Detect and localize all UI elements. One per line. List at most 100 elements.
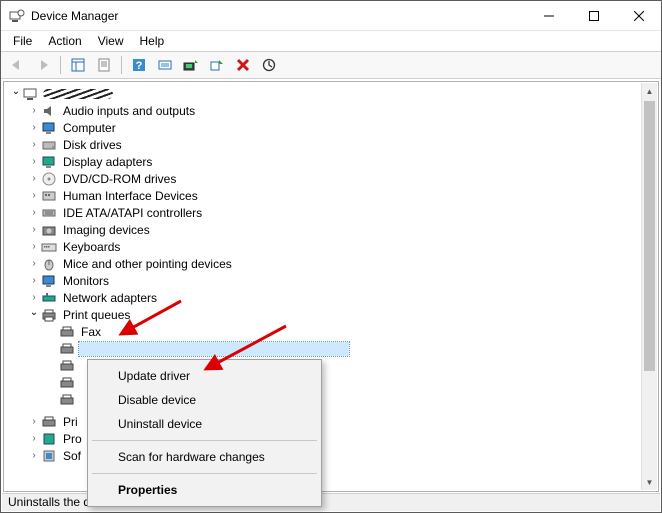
tree-item-mice[interactable]: Mice and other pointing devices xyxy=(9,255,640,272)
tree-label: Sof xyxy=(61,449,83,463)
display-adapter-icon xyxy=(41,154,57,170)
root-label: Desktop xyxy=(43,87,91,101)
expand-icon[interactable] xyxy=(27,308,41,322)
tree-item-audio[interactable]: Audio inputs and outputs xyxy=(9,102,640,119)
tree-item-imaging[interactable]: Imaging devices xyxy=(9,221,640,238)
properties-button[interactable] xyxy=(92,54,116,76)
close-button[interactable] xyxy=(616,1,661,31)
menu-help[interactable]: Help xyxy=(132,32,173,50)
expand-icon[interactable] xyxy=(27,223,41,237)
scroll-thumb[interactable] xyxy=(644,101,655,371)
tree-label: Human Interface Devices xyxy=(61,189,200,203)
tree-label: Keyboards xyxy=(61,240,122,254)
toolbar-separator xyxy=(60,56,61,74)
speaker-icon xyxy=(41,103,57,119)
tree-item-display[interactable]: Display adapters xyxy=(9,153,640,170)
printer-icon xyxy=(59,358,75,374)
menu-file[interactable]: File xyxy=(5,32,40,50)
scan-hardware-button[interactable] xyxy=(153,54,177,76)
tree-item-disk[interactable]: Disk drives xyxy=(9,136,640,153)
tree-label: Audio inputs and outputs xyxy=(61,104,197,118)
tree-item-ide[interactable]: IDE ATA/ATAPI controllers xyxy=(9,204,640,221)
expand-icon[interactable] xyxy=(27,240,41,254)
context-disable-device[interactable]: Disable device xyxy=(90,388,319,412)
tree-label: Pri xyxy=(61,415,80,429)
context-uninstall-device[interactable]: Uninstall device xyxy=(90,412,319,436)
expand-icon[interactable] xyxy=(27,104,41,118)
scroll-down-icon[interactable]: ▼ xyxy=(642,474,657,490)
tree-label: Fax xyxy=(79,325,103,339)
context-separator xyxy=(92,440,317,441)
menu-action[interactable]: Action xyxy=(40,32,89,50)
software-icon xyxy=(41,448,57,464)
tree-item-selected-printer[interactable] xyxy=(9,340,640,357)
minimize-button[interactable] xyxy=(526,1,571,31)
title-bar: Device Manager xyxy=(1,1,661,31)
uninstall-device-button[interactable] xyxy=(231,54,255,76)
printer-icon xyxy=(41,307,57,323)
disable-device-button[interactable] xyxy=(257,54,281,76)
window-title: Device Manager xyxy=(31,9,118,23)
tree-label: Pro xyxy=(61,432,84,446)
context-menu: Update driver Disable device Uninstall d… xyxy=(87,359,322,507)
expand-icon[interactable] xyxy=(27,449,41,463)
tree-label: Print queues xyxy=(61,308,132,322)
expand-icon[interactable] xyxy=(27,172,41,186)
context-properties[interactable]: Properties xyxy=(90,478,319,502)
tree-item-print-queues[interactable]: Print queues xyxy=(9,306,640,323)
context-update-driver[interactable]: Update driver xyxy=(90,364,319,388)
printer-icon xyxy=(41,414,57,430)
expand-icon[interactable] xyxy=(9,87,23,101)
vertical-scrollbar[interactable]: ▲ ▼ xyxy=(641,83,657,490)
show-hide-console-button[interactable] xyxy=(66,54,90,76)
tree-label-selected xyxy=(79,342,349,356)
tree-item-dvd[interactable]: DVD/CD-ROM drives xyxy=(9,170,640,187)
disk-icon xyxy=(41,137,57,153)
printer-icon xyxy=(59,341,75,357)
toolbar: ? xyxy=(1,51,661,79)
computer-icon xyxy=(23,86,39,102)
help-button[interactable]: ? xyxy=(127,54,151,76)
tree-label: Monitors xyxy=(61,274,111,288)
expand-icon[interactable] xyxy=(27,155,41,169)
context-separator xyxy=(92,473,317,474)
tree-root[interactable]: Desktop xyxy=(9,85,640,102)
expand-icon[interactable] xyxy=(27,274,41,288)
enable-device-button[interactable] xyxy=(205,54,229,76)
tree-item-computer[interactable]: Computer xyxy=(9,119,640,136)
tree-item-hid[interactable]: Human Interface Devices xyxy=(9,187,640,204)
tree-item-monitors[interactable]: Monitors xyxy=(9,272,640,289)
ide-icon xyxy=(41,205,57,221)
monitor-icon xyxy=(41,273,57,289)
tree-label: Display adapters xyxy=(61,155,154,169)
expand-icon[interactable] xyxy=(27,415,41,429)
tree-item-network[interactable]: Network adapters xyxy=(9,289,640,306)
tree-item-fax[interactable]: Fax xyxy=(9,323,640,340)
tree-item-keyboards[interactable]: Keyboards xyxy=(9,238,640,255)
dvd-icon xyxy=(41,171,57,187)
hid-icon xyxy=(41,188,57,204)
expand-icon[interactable] xyxy=(27,206,41,220)
mouse-icon xyxy=(41,256,57,272)
tree-label: Network adapters xyxy=(61,291,159,305)
context-scan-hardware[interactable]: Scan for hardware changes xyxy=(90,445,319,469)
tree-label: Computer xyxy=(61,121,118,135)
device-manager-icon xyxy=(9,8,25,24)
printer-icon xyxy=(59,392,75,408)
forward-button[interactable] xyxy=(31,54,55,76)
expand-icon[interactable] xyxy=(27,121,41,135)
toolbar-separator xyxy=(121,56,122,74)
expand-icon[interactable] xyxy=(27,138,41,152)
expand-icon[interactable] xyxy=(27,432,41,446)
expand-icon[interactable] xyxy=(27,291,41,305)
expand-icon[interactable] xyxy=(27,257,41,271)
update-driver-button[interactable] xyxy=(179,54,203,76)
menu-view[interactable]: View xyxy=(90,32,132,50)
monitor-icon xyxy=(41,120,57,136)
chip-icon xyxy=(41,431,57,447)
maximize-button[interactable] xyxy=(571,1,616,31)
back-button[interactable] xyxy=(5,54,29,76)
scroll-up-icon[interactable]: ▲ xyxy=(642,83,657,99)
expand-icon[interactable] xyxy=(27,189,41,203)
svg-text:?: ? xyxy=(136,60,143,72)
